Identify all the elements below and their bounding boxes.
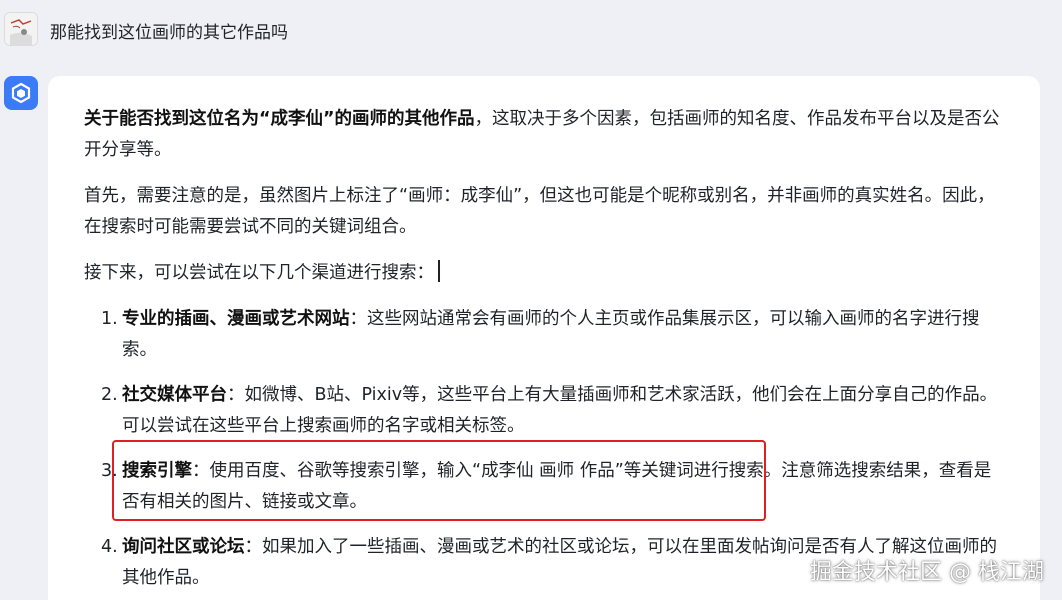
- list-item-title: 询问社区或论坛: [122, 537, 245, 557]
- assistant-response-bubble: 关于能否找到这位名为“成李仙”的画师的其他作品，这取决于多个因素，包括画师的知名…: [48, 76, 1040, 600]
- response-paragraph-2: 首先，需要注意的是，虽然图片上标注了“画师：成李仙”，但这也可能是个昵称或别名，…: [84, 186, 995, 237]
- list-item-title: 社交媒体平台: [122, 385, 227, 405]
- list-item-number: 4.: [101, 537, 118, 557]
- list-item: 1. 专业的插画、漫画或艺术网站：这些网站通常会有画师的个人主页或作品集展示区，…: [84, 304, 1004, 366]
- list-item: 2. 社交媒体平台：如微博、B站、Pixiv等，这些平台上有大量插画师和艺术家活…: [84, 380, 1004, 442]
- assistant-avatar: [4, 76, 38, 110]
- user-avatar-image: [5, 13, 37, 45]
- user-avatar[interactable]: [4, 12, 38, 46]
- response-paragraph-3-text: 接下来，可以尝试在以下几个渠道进行搜索：: [84, 263, 434, 283]
- text-cursor: [438, 260, 440, 282]
- watermark: 掘金技术社区 @ 栈江湖: [810, 560, 1044, 585]
- assistant-response-content: 关于能否找到这位名为“成李仙”的画师的其他作品，这取决于多个因素，包括画师的知名…: [84, 104, 1004, 600]
- red-highlight-annotation: [112, 440, 766, 521]
- user-message-row: 那能找到这位画师的其它作品吗: [0, 0, 1062, 62]
- list-item-title: 专业的插画、漫画或艺术网站: [122, 309, 350, 329]
- response-paragraph-1: 关于能否找到这位名为“成李仙”的画师的其他作品，这取决于多个因素，包括画师的知名…: [84, 104, 1004, 166]
- response-paragraph-3: 接下来，可以尝试在以下几个渠道进行搜索：: [84, 258, 1004, 289]
- response-paragraph-1-bold: 关于能否找到这位名为“成李仙”的画师的其他作品: [84, 109, 475, 129]
- assistant-logo-icon: [11, 82, 31, 104]
- list-item-text: ：如微博、B站、Pixiv等，这些平台上有大量插画师和艺术家活跃，他们会在上面分…: [122, 385, 998, 436]
- list-item-number: 1.: [101, 309, 118, 329]
- list-item-number: 2.: [101, 385, 118, 405]
- user-message-text: 那能找到这位画师的其它作品吗: [50, 23, 288, 43]
